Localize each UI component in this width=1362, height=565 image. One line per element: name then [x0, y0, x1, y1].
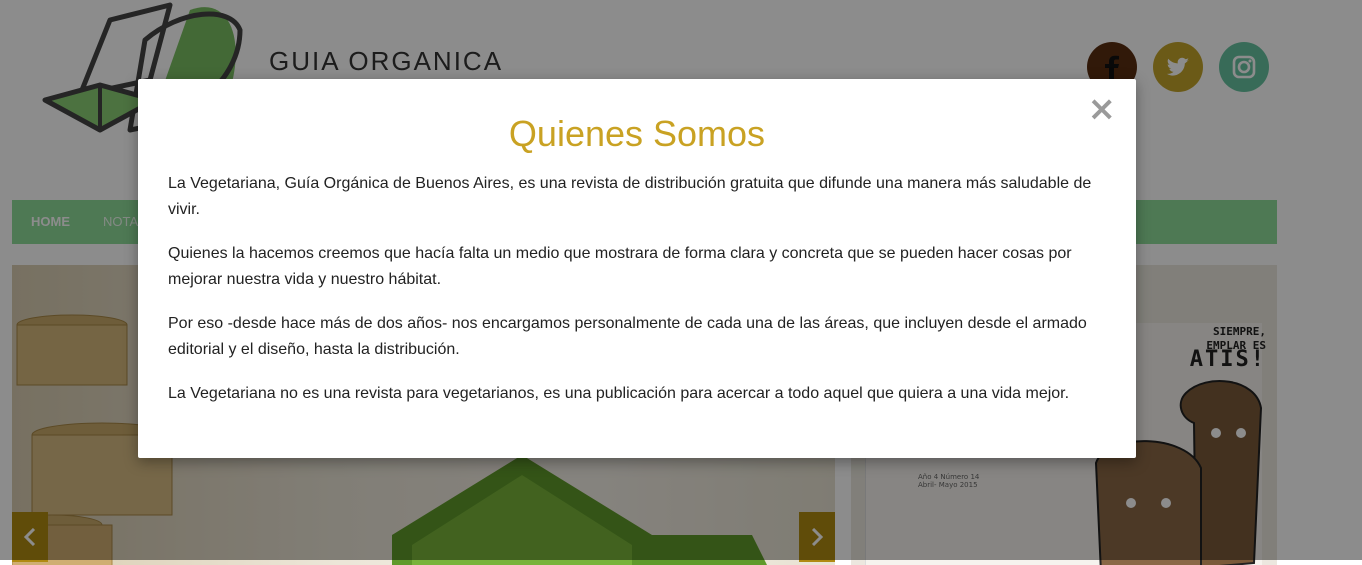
- close-icon[interactable]: ×: [1088, 92, 1117, 126]
- modal-body: La Vegetariana, Guía Orgánica de Buenos …: [168, 171, 1108, 425]
- modal-paragraph: La Vegetariana, Guía Orgánica de Buenos …: [168, 175, 1092, 218]
- modal-paragraph: Quienes la hacemos creemos que hacía fal…: [168, 245, 1072, 288]
- modal-title: Quienes Somos: [508, 113, 766, 154]
- about-modal: × Quienes Somos La Vegetariana, Guía Org…: [138, 79, 1136, 458]
- modal-paragraph: Por eso -desde hace más de dos años- nos…: [168, 315, 1087, 358]
- modal-paragraph: La Vegetariana no es una revista para ve…: [168, 385, 1070, 402]
